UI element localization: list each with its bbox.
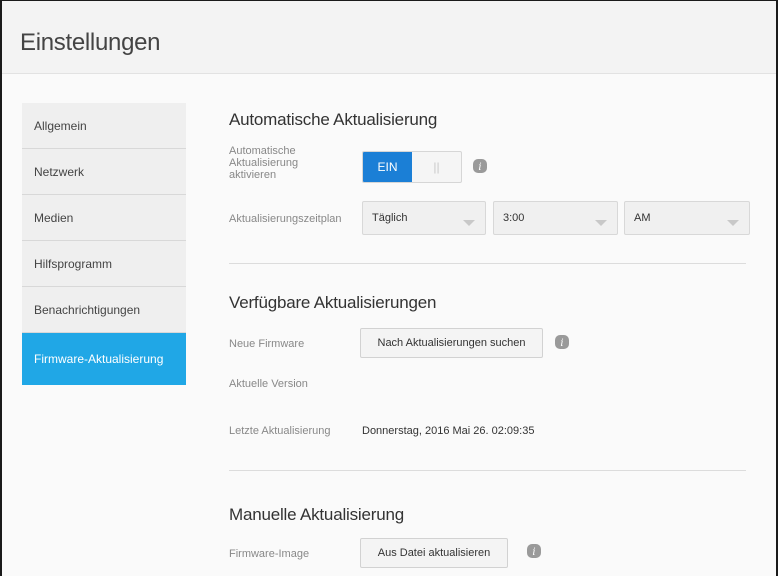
schedule-label: Aktualisierungszeitplan	[229, 213, 342, 225]
sidebar-item-label: Medien	[34, 210, 74, 225]
info-icon[interactable]: i	[526, 543, 542, 559]
auto-update-toggle[interactable]: EIN ||	[362, 151, 462, 183]
schedule-time-value: 3:00	[503, 212, 525, 224]
page-title: Einstellungen	[20, 29, 161, 56]
last-update-value: Donnerstag, 2016 Mai 26. 02:09:35	[362, 425, 535, 437]
chevron-down-icon	[595, 220, 607, 226]
sidebar-item-firmware[interactable]: Firmware-Aktualisierung	[22, 333, 186, 385]
sidebar-item-label: Benachrichtigungen	[34, 302, 141, 317]
update-from-file-button[interactable]: Aus Datei aktualisieren	[360, 538, 508, 568]
divider	[229, 263, 746, 264]
chevron-down-icon	[463, 220, 475, 226]
sidebar-item-medien[interactable]: Medien	[22, 195, 186, 241]
firmware-image-label: Firmware-Image	[229, 548, 310, 560]
svg-text:i: i	[532, 547, 535, 558]
chevron-down-icon	[727, 220, 739, 226]
toggle-on-label: EIN	[363, 152, 412, 182]
current-version-label: Aktuelle Version	[229, 378, 308, 390]
schedule-day-select[interactable]: Täglich	[362, 201, 486, 235]
sidebar-item-label: Netzwerk	[34, 164, 85, 179]
svg-text:i: i	[560, 338, 563, 349]
sidebar-item-label: Firmware-Aktualisierung	[34, 352, 164, 366]
info-icon[interactable]: i	[554, 334, 570, 350]
sidebar-item-netzwerk[interactable]: Netzwerk	[22, 149, 186, 195]
auto-update-enable-label: Automatische Aktualisierung aktivieren	[229, 145, 299, 181]
sidebar-item-hilfsprogramm[interactable]: Hilfsprogramm	[22, 241, 186, 287]
toggle-off-label: ||	[433, 160, 440, 174]
header: Einstellungen	[2, 1, 776, 74]
manual-update-title: Manuelle Aktualisierung	[229, 505, 404, 524]
last-update-label: Letzte Aktualisierung	[229, 425, 331, 437]
sidebar-item-label: Hilfsprogramm	[34, 256, 113, 271]
schedule-ampm-select[interactable]: AM	[624, 201, 750, 235]
svg-text:i: i	[478, 162, 481, 173]
check-updates-button[interactable]: Nach Aktualisierungen suchen	[360, 328, 543, 358]
divider	[229, 470, 746, 471]
schedule-time-select[interactable]: 3:00	[493, 201, 618, 235]
schedule-day-value: Täglich	[372, 212, 408, 224]
schedule-ampm-value: AM	[634, 212, 651, 224]
auto-update-title: Automatische Aktualisierung	[229, 110, 438, 129]
sidebar-item-allgemein[interactable]: Allgemein	[22, 103, 186, 149]
sidebar-item-label: Allgemein	[34, 118, 87, 133]
new-firmware-label: Neue Firmware	[229, 338, 305, 350]
info-icon[interactable]: i	[472, 158, 488, 174]
available-updates-title: Verfügbare Aktualisierungen	[229, 293, 437, 312]
sidebar: Allgemein Netzwerk Medien Hilfsprogramm …	[22, 103, 186, 385]
sidebar-item-benachrichtigungen[interactable]: Benachrichtigungen	[22, 287, 186, 333]
